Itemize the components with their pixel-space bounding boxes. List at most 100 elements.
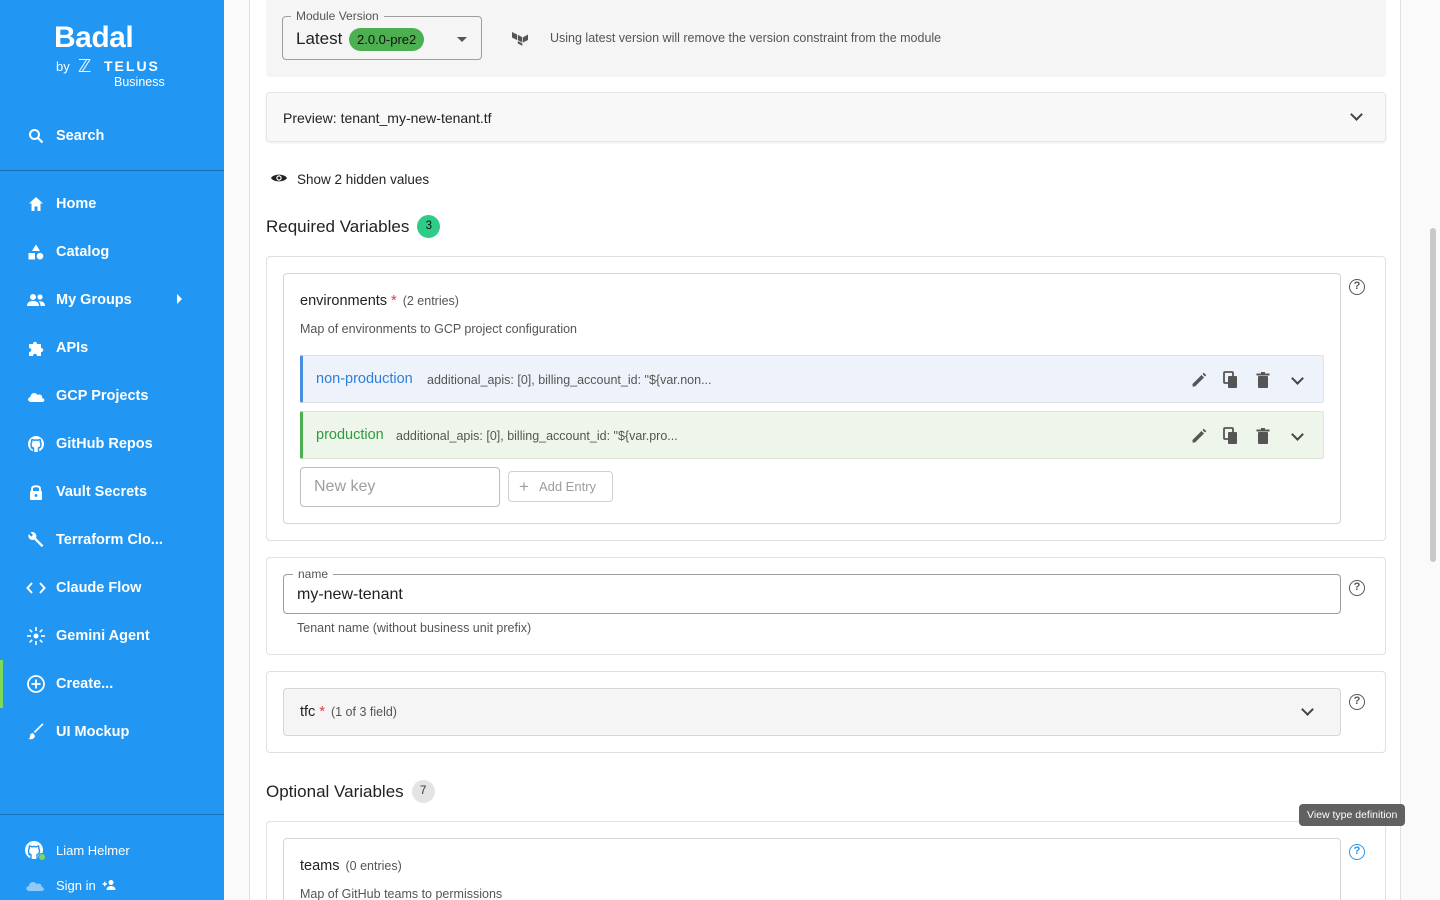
online-status-dot: [38, 853, 46, 861]
variable-meta: (1 of 3 field): [330, 705, 397, 719]
teams-card: teams (0 entries) Map of GitHub teams to …: [283, 838, 1341, 900]
version-note: Using latest version will remove the ver…: [550, 31, 942, 45]
delete-icon[interactable]: [1253, 426, 1273, 446]
help-icon[interactable]: ?: [1349, 694, 1365, 710]
sidebar-item-label: GitHub Repos: [56, 436, 153, 452]
entry-actions: [1177, 370, 1307, 390]
sidebar-item-label: Gemini Agent: [56, 628, 150, 644]
sidebar-item-apis[interactable]: APIs: [0, 324, 224, 372]
show-hidden-label: Show 2 hidden values: [297, 172, 430, 187]
entry-key[interactable]: non-production: [316, 371, 413, 387]
avatar: [24, 840, 46, 861]
help-icon[interactable]: ?: [1349, 844, 1365, 860]
sidebar-item-label: Catalog: [56, 244, 110, 260]
sidebar-item-label: Home: [56, 196, 97, 212]
main-content: Module Version Latest 2.0.0-pre2 Using l…: [224, 0, 1440, 900]
copy-icon[interactable]: [1221, 426, 1241, 446]
cloud-icon: [26, 386, 46, 406]
entry-summary: additional_apis: [0], billing_account_id…: [427, 373, 712, 387]
sidebar-divider: [0, 814, 224, 815]
expand-caret-icon[interactable]: [177, 294, 182, 304]
optional-variables-title: Optional Variables 7: [266, 780, 435, 803]
edit-icon[interactable]: [1189, 426, 1209, 446]
sidebar-item-label: GCP Projects: [56, 388, 149, 404]
sidebar-item-catalog[interactable]: Catalog: [0, 228, 224, 276]
required-star: *: [391, 293, 397, 309]
sidebar-item-ui-mockup[interactable]: UI Mockup: [0, 708, 224, 756]
variable-description: Map of GitHub teams to permissions: [300, 887, 503, 900]
module-version-value: Latest: [296, 29, 343, 48]
terraform-icon: [511, 30, 529, 46]
sidebar-item-claude-flow[interactable]: Claude Flow: [0, 564, 224, 612]
variable-header: teams (0 entries): [300, 858, 402, 874]
expand-chevron-icon[interactable]: [1287, 426, 1307, 446]
preview-accordion[interactable]: Preview: tenant_my-new-tenant.tf: [266, 92, 1386, 142]
form-panel: Module Version Latest 2.0.0-pre2 Using l…: [249, 0, 1401, 900]
module-version-select[interactable]: Module Version Latest 2.0.0-pre2: [282, 9, 482, 60]
teams-variable-group: teams (0 entries) Map of GitHub teams to …: [266, 821, 1386, 900]
optional-count-badge: 7: [411, 780, 435, 803]
sidebar-item-home[interactable]: Home: [0, 180, 224, 228]
module-version-section: Module Version Latest 2.0.0-pre2 Using l…: [266, 0, 1386, 77]
preview-label: Preview: tenant_my-new-tenant.tf: [283, 110, 492, 126]
sidebar-item-gemini-agent[interactable]: Gemini Agent: [0, 612, 224, 660]
logo-by: by: [56, 59, 70, 74]
help-icon[interactable]: ?: [1349, 580, 1365, 596]
add-entry-label: Add Entry: [538, 479, 597, 494]
user-profile[interactable]: Liam Helmer: [0, 836, 224, 864]
entry-key[interactable]: production: [316, 427, 384, 443]
edit-icon[interactable]: [1189, 370, 1209, 390]
show-hidden-values-toggle[interactable]: Show 2 hidden values: [270, 172, 429, 187]
add-entry-button[interactable]: + Add Entry: [508, 471, 613, 502]
required-count-badge: 3: [417, 215, 441, 238]
sidebar-item-github-repos[interactable]: GitHub Repos: [0, 420, 224, 468]
sidebar-search[interactable]: Search: [0, 112, 224, 160]
sign-in-link[interactable]: Sign in: [0, 871, 224, 899]
module-version-legend: Module Version: [291, 9, 384, 23]
name-input[interactable]: name my-new-tenant: [283, 567, 1341, 614]
tooltip: View type definition: [1299, 804, 1406, 826]
sidebar-item-my-groups[interactable]: My Groups: [0, 276, 224, 324]
variable-header: environments * (2 entries): [300, 293, 459, 309]
variable-description: Tenant name (without business unit prefi…: [297, 621, 532, 635]
logo-title: Badal: [54, 21, 134, 54]
scrollbar-thumb[interactable]: [1430, 228, 1436, 562]
cloud-icon: [24, 877, 46, 893]
copy-icon[interactable]: [1221, 370, 1241, 390]
sidebar-item-label: APIs: [56, 340, 89, 356]
section-title-text: Required Variables: [266, 216, 410, 236]
expand-chevron-icon[interactable]: [1287, 370, 1307, 390]
required-variables-title: Required Variables 3: [266, 215, 441, 238]
github-icon: [26, 434, 46, 454]
chevron-down-icon: [1301, 703, 1314, 716]
sidebar-item-label: Create...: [56, 676, 114, 692]
map-entry-row[interactable]: production additional_apis: [0], billing…: [300, 411, 1324, 459]
sidebar-item-terraform-cloud[interactable]: Terraform Clo...: [0, 516, 224, 564]
sidebar-item-gcp-projects[interactable]: GCP Projects: [0, 372, 224, 420]
sidebar-item-create[interactable]: Create...: [0, 660, 224, 708]
name-value[interactable]: my-new-tenant: [297, 586, 403, 604]
sidebar-item-vault-secrets[interactable]: Vault Secrets: [0, 468, 224, 516]
variable-header: tfc * (1 of 3 field): [300, 704, 397, 720]
search-icon: [26, 126, 46, 146]
delete-icon[interactable]: [1253, 370, 1273, 390]
puzzle-icon: [26, 338, 46, 358]
environments-card: environments * (2 entries) Map of environm…: [283, 273, 1341, 524]
shapes-icon: [26, 242, 46, 262]
wrench-icon: [26, 530, 46, 550]
lock-icon: [26, 482, 46, 502]
sidebar-search-label: Search: [56, 128, 105, 144]
variable-meta: (0 entries): [345, 859, 402, 873]
entry-summary: additional_apis: [0], billing_account_id…: [396, 429, 678, 443]
entry-actions: [1177, 426, 1307, 446]
map-entry-row[interactable]: non-production additional_apis: [0], bil…: [300, 355, 1324, 403]
name-legend: name: [293, 567, 334, 581]
help-icon[interactable]: ?: [1349, 279, 1365, 295]
tfc-variable-group: tfc * (1 of 3 field) ?: [266, 671, 1386, 753]
tfc-accordion[interactable]: tfc * (1 of 3 field): [283, 688, 1341, 736]
eye-icon: [270, 172, 288, 187]
badal-logo[interactable]: Badal by ℤ TELUS Business: [54, 22, 184, 92]
variable-description: Map of environments to GCP project confi…: [300, 322, 577, 336]
new-key-input[interactable]: [300, 467, 500, 507]
people-icon: [26, 290, 46, 310]
